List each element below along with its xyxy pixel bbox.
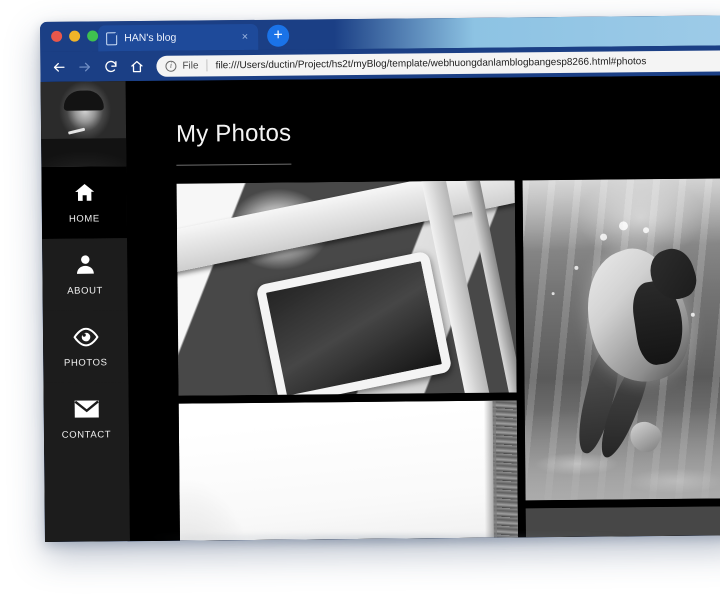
photo-thumbnail[interactable] — [522, 178, 720, 501]
minimize-window-button[interactable] — [69, 30, 81, 42]
window-drop-shadow — [52, 536, 720, 558]
photo-thumbnail[interactable] — [176, 180, 517, 396]
new-tab-button[interactable]: + — [267, 24, 290, 47]
close-icon[interactable]: × — [240, 31, 251, 43]
photo-3-bubble — [642, 227, 649, 234]
traffic-lights — [51, 30, 99, 42]
sidebar-item-about[interactable]: ABOUT — [42, 238, 128, 311]
page-icon — [106, 31, 118, 45]
avatar-hair — [63, 90, 104, 111]
reload-icon[interactable] — [102, 58, 118, 74]
sidebar-item-photos[interactable]: PHOTOS — [42, 310, 129, 383]
close-window-button[interactable] — [51, 30, 63, 42]
screenshot-stage: HAN's blog × + i File file:///Users/duct… — [0, 0, 720, 600]
sidebar-item-label: PHOTOS — [63, 357, 108, 369]
address-bar[interactable]: i File file:///Users/ductin/Project/hs2t… — [156, 49, 720, 77]
back-arrow-icon[interactable] — [50, 59, 66, 75]
main-content: My Photos — [125, 75, 720, 542]
photo-thumbnail[interactable] — [178, 400, 519, 542]
photo-2-haze — [179, 476, 255, 542]
omnibox-divider — [206, 59, 208, 72]
avatar-shoulders — [40, 138, 127, 167]
home-icon — [71, 180, 97, 204]
zoom-window-button[interactable] — [87, 30, 99, 42]
page-viewport: HOME ABOUT PHOTOS CONTACT My Photos — [40, 75, 720, 542]
sidebar-item-contact[interactable]: CONTACT — [43, 382, 130, 455]
photo-2-rock — [492, 400, 519, 542]
site-info-icon[interactable]: i — [165, 60, 177, 72]
browser-window: HAN's blog × + i File file:///Users/duct… — [40, 15, 720, 542]
envelope-icon — [73, 396, 99, 420]
browser-tab[interactable]: HAN's blog × — [98, 23, 259, 52]
page-title: My Photos — [175, 119, 292, 166]
gallery-column-left — [176, 180, 519, 542]
tab-title: HAN's blog — [124, 31, 177, 45]
photo-3-bubble — [619, 220, 629, 231]
sidebar-item-home[interactable]: HOME — [41, 166, 128, 239]
gallery-column-right — [522, 178, 720, 542]
sidebar-item-label: HOME — [68, 213, 100, 225]
sidebar-nav: HOME ABOUT PHOTOS CONTACT — [41, 166, 130, 455]
sidebar-item-label: ABOUT — [67, 285, 103, 297]
scheme-label: File — [182, 59, 199, 72]
photo-3-bubble — [551, 292, 555, 296]
home-icon[interactable] — [128, 58, 144, 74]
url-text: file:///Users/ductin/Project/hs2t/myBlog… — [215, 55, 647, 71]
person-icon — [72, 252, 98, 276]
forward-arrow-icon[interactable] — [76, 58, 92, 74]
site-sidebar: HOME ABOUT PHOTOS CONTACT — [40, 81, 130, 542]
sidebar-item-label: CONTACT — [61, 429, 112, 441]
avatar — [40, 81, 127, 167]
eye-icon — [72, 324, 99, 348]
photo-gallery — [176, 178, 720, 542]
